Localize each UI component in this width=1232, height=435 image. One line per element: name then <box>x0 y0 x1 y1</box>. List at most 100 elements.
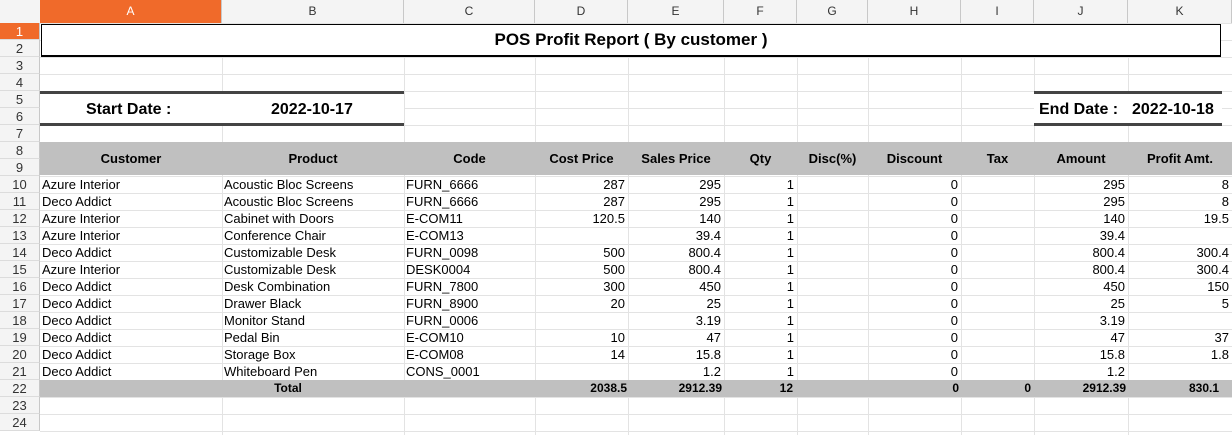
cell-r4-c11[interactable] <box>1130 227 1229 244</box>
cell-r12-c11[interactable] <box>1130 363 1229 380</box>
cell-r7-c11[interactable]: 150 <box>1130 278 1229 295</box>
cell-r12-c7[interactable] <box>799 363 865 380</box>
row-header-16[interactable]: 16 <box>0 278 40 295</box>
cell-r8-c4[interactable]: 20 <box>537 295 625 312</box>
cell-r10-c5[interactable]: 47 <box>630 329 721 346</box>
cell-r8-c2[interactable]: Drawer Black <box>224 295 401 312</box>
row-header-17[interactable]: 17 <box>0 295 40 312</box>
cell-r1-c10[interactable]: 295 <box>1036 176 1125 193</box>
total-profit[interactable]: 830.1 <box>1128 380 1219 397</box>
cell-r9-c1[interactable]: Deco Addict <box>42 312 219 329</box>
cell-r7-c9[interactable] <box>963 278 1031 295</box>
cell-r11-c1[interactable]: Deco Addict <box>42 346 219 363</box>
cell-r12-c5[interactable]: 1.2 <box>630 363 721 380</box>
row-header-3[interactable]: 3 <box>0 57 40 74</box>
total-qty[interactable]: 12 <box>724 380 793 397</box>
header-tax[interactable]: Tax <box>961 142 1034 175</box>
cell-r6-c2[interactable]: Customizable Desk <box>224 261 401 278</box>
cell-r11-c11[interactable]: 1.8 <box>1130 346 1229 363</box>
row-header-15[interactable]: 15 <box>0 261 40 278</box>
column-header-a[interactable]: A <box>40 0 222 23</box>
column-header-c[interactable]: C <box>404 0 535 23</box>
cell-r3-c4[interactable]: 120.5 <box>537 210 625 227</box>
cell-r11-c2[interactable]: Storage Box <box>224 346 401 363</box>
cell-r2-c1[interactable]: Deco Addict <box>42 193 219 210</box>
cell-r12-c3[interactable]: CONS_0001 <box>406 363 532 380</box>
column-header-h[interactable]: H <box>868 0 961 23</box>
header-discount[interactable]: Discount <box>868 142 961 175</box>
row-header-2[interactable]: 2 <box>0 40 40 57</box>
cell-r11-c4[interactable]: 14 <box>537 346 625 363</box>
cell-r3-c6[interactable]: 1 <box>726 210 794 227</box>
cell-r11-c7[interactable] <box>799 346 865 363</box>
row-header-6[interactable]: 6 <box>0 108 40 125</box>
cell-r9-c11[interactable] <box>1130 312 1229 329</box>
cell-r9-c7[interactable] <box>799 312 865 329</box>
column-header-d[interactable]: D <box>535 0 628 23</box>
cell-r9-c9[interactable] <box>963 312 1031 329</box>
cell-r6-c4[interactable]: 500 <box>537 261 625 278</box>
cell-r11-c5[interactable]: 15.8 <box>630 346 721 363</box>
cell-r3-c1[interactable]: Azure Interior <box>42 210 219 227</box>
row-header-5[interactable]: 5 <box>0 91 40 108</box>
cell-r3-c2[interactable]: Cabinet with Doors <box>224 210 401 227</box>
cell-r8-c7[interactable] <box>799 295 865 312</box>
row-header-9[interactable]: 9 <box>0 159 40 176</box>
cell-r9-c10[interactable]: 3.19 <box>1036 312 1125 329</box>
cell-r2-c5[interactable]: 295 <box>630 193 721 210</box>
row-header-4[interactable]: 4 <box>0 74 40 91</box>
cell-r9-c4[interactable] <box>537 312 625 329</box>
cell-r4-c3[interactable]: E-COM13 <box>406 227 532 244</box>
total-cost[interactable]: 2038.5 <box>535 380 627 397</box>
cell-r12-c8[interactable]: 0 <box>870 363 958 380</box>
cell-r6-c6[interactable]: 1 <box>726 261 794 278</box>
column-header-i[interactable]: I <box>961 0 1034 23</box>
header-cost-price[interactable]: Cost Price <box>535 142 628 175</box>
cell-r2-c10[interactable]: 295 <box>1036 193 1125 210</box>
cell-r8-c5[interactable]: 25 <box>630 295 721 312</box>
cell-r5-c10[interactable]: 800.4 <box>1036 244 1125 261</box>
cell-r10-c9[interactable] <box>963 329 1031 346</box>
cell-r7-c3[interactable]: FURN_7800 <box>406 278 532 295</box>
cell-r10-c7[interactable] <box>799 329 865 346</box>
header-customer[interactable]: Customer <box>40 142 222 175</box>
cell-r8-c3[interactable]: FURN_8900 <box>406 295 532 312</box>
header-sales-price[interactable]: Sales Price <box>628 142 724 175</box>
cell-r3-c9[interactable] <box>963 210 1031 227</box>
cell-r4-c7[interactable] <box>799 227 865 244</box>
row-header-8[interactable]: 8 <box>0 142 40 159</box>
cell-r7-c8[interactable]: 0 <box>870 278 958 295</box>
start-date-box[interactable]: Start Date : 2022-10-17 <box>40 91 404 126</box>
cell-r2-c7[interactable] <box>799 193 865 210</box>
row-header-1[interactable]: 1 <box>0 23 40 40</box>
cell-r10-c8[interactable]: 0 <box>870 329 958 346</box>
total-amount[interactable]: 2912.39 <box>1034 380 1126 397</box>
cell-r1-c4[interactable]: 287 <box>537 176 625 193</box>
row-header-23[interactable]: 23 <box>0 397 40 414</box>
cell-r2-c4[interactable]: 287 <box>537 193 625 210</box>
cell-r12-c10[interactable]: 1.2 <box>1036 363 1125 380</box>
row-header-14[interactable]: 14 <box>0 244 40 261</box>
cell-r7-c7[interactable] <box>799 278 865 295</box>
cell-r3-c7[interactable] <box>799 210 865 227</box>
cell-r2-c8[interactable]: 0 <box>870 193 958 210</box>
cell-r11-c10[interactable]: 15.8 <box>1036 346 1125 363</box>
cell-r2-c3[interactable]: FURN_6666 <box>406 193 532 210</box>
cell-r6-c5[interactable]: 800.4 <box>630 261 721 278</box>
cell-r4-c9[interactable] <box>963 227 1031 244</box>
cell-r8-c10[interactable]: 25 <box>1036 295 1125 312</box>
report-title[interactable]: POS Profit Report ( By customer ) <box>41 24 1221 57</box>
cell-r12-c1[interactable]: Deco Addict <box>42 363 219 380</box>
row-header-21[interactable]: 21 <box>0 363 40 380</box>
cell-r12-c4[interactable] <box>537 363 625 380</box>
cell-r5-c7[interactable] <box>799 244 865 261</box>
cell-r1-c9[interactable] <box>963 176 1031 193</box>
cell-r9-c2[interactable]: Monitor Stand <box>224 312 401 329</box>
header-qty[interactable]: Qty <box>724 142 797 175</box>
total-tax[interactable]: 0 <box>961 380 1031 397</box>
cell-r11-c9[interactable] <box>963 346 1031 363</box>
cell-r5-c6[interactable]: 1 <box>726 244 794 261</box>
cell-r6-c1[interactable]: Azure Interior <box>42 261 219 278</box>
cell-r6-c10[interactable]: 800.4 <box>1036 261 1125 278</box>
cell-r7-c10[interactable]: 450 <box>1036 278 1125 295</box>
